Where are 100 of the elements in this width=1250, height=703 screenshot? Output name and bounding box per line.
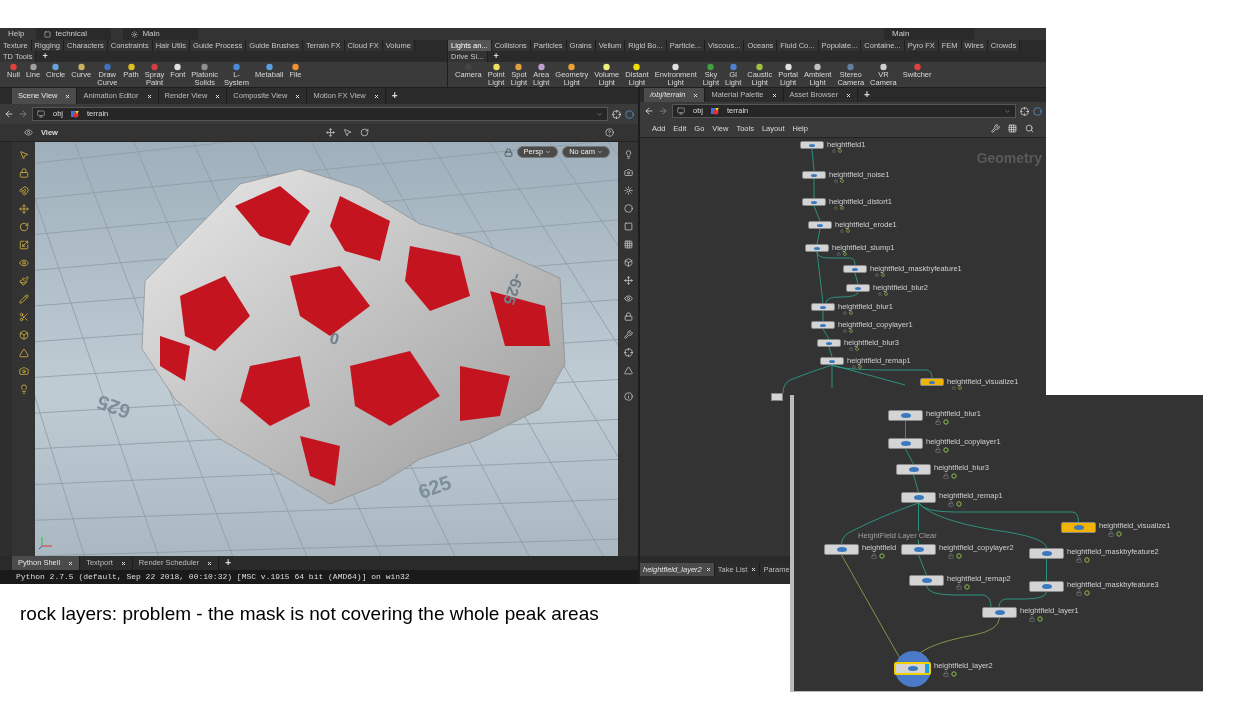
close-icon [705, 567, 711, 572]
network-node[interactable] [808, 221, 832, 229]
lock-icon[interactable] [18, 168, 29, 178]
node-icon [811, 200, 817, 204]
cube-icon[interactable] [623, 258, 633, 267]
flag-ring-icon [958, 386, 962, 390]
pin-icon[interactable] [1020, 106, 1029, 116]
network-node[interactable] [901, 544, 936, 555]
network-node[interactable] [920, 378, 944, 386]
add-shelf-button[interactable]: + [36, 51, 54, 62]
network-node[interactable] [811, 321, 835, 329]
forward-icon[interactable] [658, 106, 668, 116]
flag-ring-icon [956, 501, 962, 507]
add-tab-button[interactable]: + [385, 88, 404, 104]
desktop-menu[interactable]: Main [123, 28, 199, 40]
rotate-icon[interactable] [18, 222, 29, 232]
network-node[interactable] [982, 607, 1017, 618]
lock-icon [943, 473, 949, 479]
lightbulb-icon[interactable] [623, 150, 633, 159]
node-icon [913, 495, 924, 500]
pointer-icon[interactable] [18, 150, 29, 160]
network-node[interactable] [1029, 581, 1064, 592]
target-icon[interactable] [1033, 106, 1042, 116]
network-node[interactable] [805, 244, 829, 252]
flag-ring-icon [884, 292, 888, 296]
grid-icon[interactable] [623, 240, 633, 249]
desktop-menu[interactable]: Main [884, 28, 974, 40]
network-node[interactable] [888, 410, 923, 421]
lock-icon [948, 501, 954, 507]
add-tab-button[interactable]: + [857, 88, 876, 102]
magnet-icon[interactable] [18, 186, 29, 196]
axes-icon [38, 536, 54, 550]
pin-icon[interactable] [612, 109, 621, 119]
network-node[interactable] [1061, 522, 1096, 533]
flag-ring-icon [840, 179, 844, 183]
menu-item[interactable]: Help [8, 28, 25, 40]
scissors-icon[interactable] [18, 312, 29, 322]
network-node[interactable] [896, 464, 931, 475]
lock-icon [840, 229, 844, 233]
back-icon[interactable] [4, 109, 14, 119]
add-shelf-button[interactable]: + [487, 51, 505, 62]
eye-icon[interactable] [18, 258, 29, 268]
back-icon[interactable] [644, 106, 654, 116]
circle-icon[interactable] [623, 204, 633, 213]
sun-icon[interactable] [623, 186, 633, 195]
target-icon[interactable] [625, 109, 634, 119]
square-icon[interactable] [623, 222, 633, 231]
network-node[interactable] [820, 357, 844, 365]
pointer-icon[interactable] [342, 128, 352, 137]
network-node[interactable] [901, 492, 936, 503]
help-icon[interactable] [605, 128, 614, 137]
node-wire [813, 205, 821, 222]
caption: rock layers: problem - the mask is not covering the whole peak areas [20, 602, 599, 626]
node-icon [900, 413, 911, 418]
triangle-icon[interactable] [623, 366, 633, 375]
brush-icon[interactable] [18, 276, 29, 286]
rotate-icon[interactable] [359, 128, 369, 137]
network-node[interactable] [817, 339, 841, 347]
network-node[interactable] [811, 303, 835, 311]
grid-label: 0 [327, 328, 342, 350]
lock-icon [935, 447, 941, 453]
move-icon[interactable] [623, 276, 633, 285]
network-node[interactable] [846, 284, 870, 292]
search-icon[interactable] [1025, 124, 1034, 133]
lock-icon[interactable] [623, 312, 633, 321]
triangle-icon[interactable] [18, 348, 29, 358]
forward-icon[interactable] [18, 109, 28, 119]
network-node[interactable] [843, 265, 867, 273]
info-icon[interactable] [623, 392, 633, 401]
network-node[interactable] [894, 662, 931, 675]
scale-icon[interactable] [18, 240, 29, 250]
flag-ring-icon [846, 229, 850, 233]
network-node[interactable] [824, 544, 859, 555]
wrench-icon[interactable] [623, 330, 633, 339]
network-node[interactable] [802, 171, 826, 179]
camera-icon[interactable] [623, 168, 633, 177]
network-node[interactable] [909, 575, 944, 586]
network-node[interactable] [888, 438, 923, 449]
flag-ring-icon [943, 447, 949, 453]
lock-icon[interactable] [503, 147, 513, 157]
move-icon[interactable] [18, 204, 29, 214]
grid-icon[interactable] [1008, 124, 1017, 133]
desktop-menu[interactable]: technical [36, 28, 112, 40]
flag-ring-icon [951, 473, 957, 479]
lock-icon [837, 252, 841, 256]
cube-icon[interactable] [18, 330, 29, 340]
network-node[interactable] [1029, 548, 1064, 559]
flag-ring-icon [1084, 557, 1090, 563]
crosshair-icon[interactable] [623, 348, 633, 357]
pencil-icon[interactable] [18, 294, 29, 304]
camera-icon[interactable] [18, 366, 29, 376]
network-node[interactable] [802, 198, 826, 206]
network-node[interactable] [800, 141, 824, 149]
move-icon[interactable] [325, 128, 335, 137]
network-node[interactable] [771, 393, 783, 401]
add-tab-button[interactable]: + [219, 556, 238, 570]
eye-icon[interactable] [623, 294, 633, 303]
lightbulb-icon[interactable] [18, 384, 29, 394]
shelf-tool-icon [783, 63, 793, 71]
wrench-icon[interactable] [991, 124, 1000, 133]
